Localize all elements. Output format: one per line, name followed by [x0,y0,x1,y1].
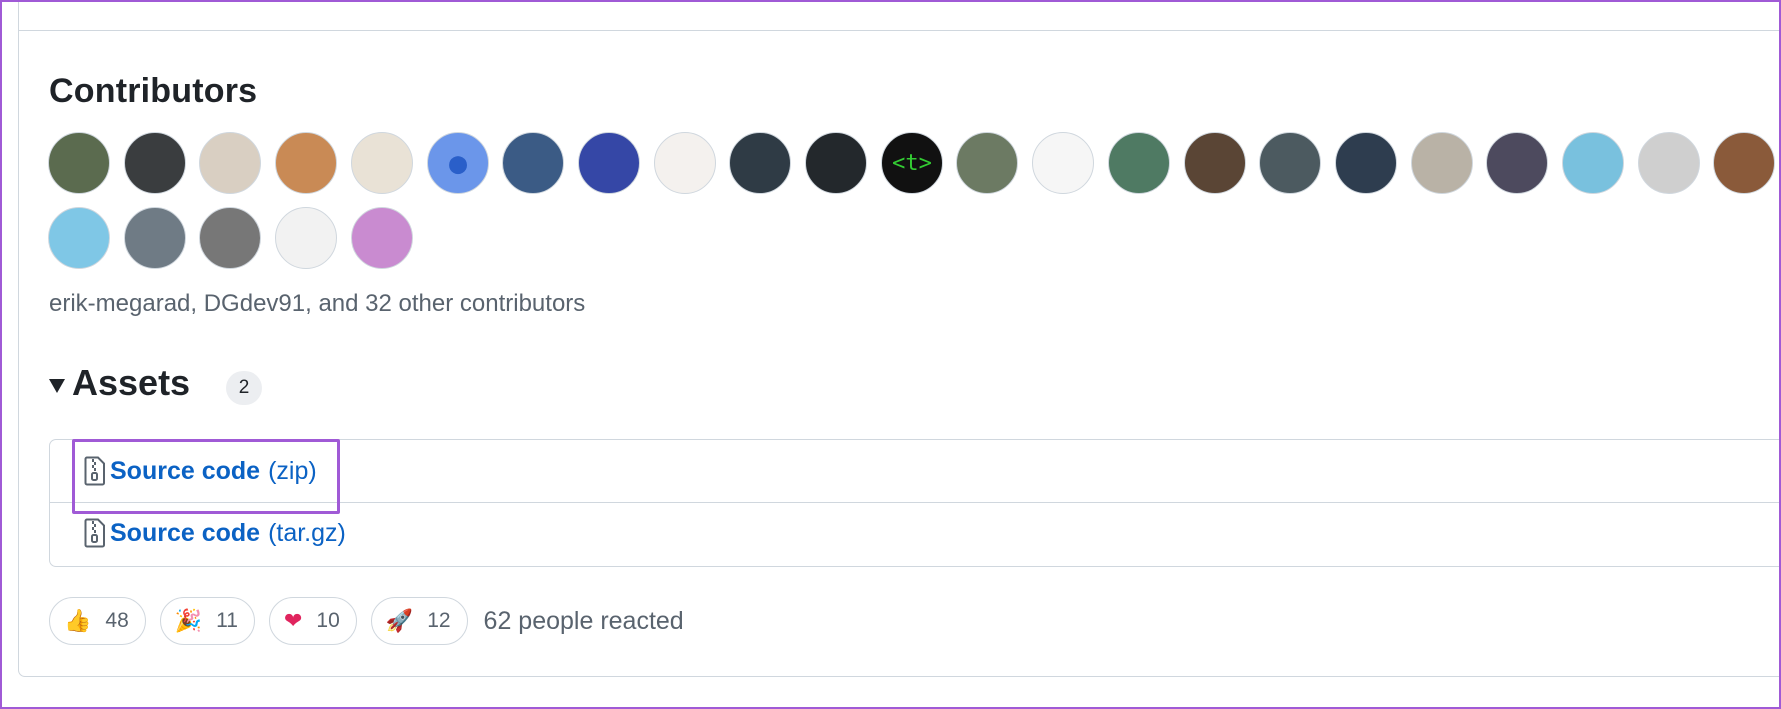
party-popper-icon: 🎉 [174,608,203,633]
contributors-summary: erik-megarad, DGdev91, and 32 other cont… [49,290,586,317]
asset-ext: (tar.gz) [268,518,346,547]
contributor-avatar-18[interactable] [1335,132,1397,194]
contributor-avatar-17[interactable] [1259,132,1321,194]
contributor-avatar-2[interactable] [124,132,186,194]
reactions-summary: 62 people reacted [483,606,684,635]
contributor-avatar-20[interactable] [1486,132,1548,194]
contributor-avatar-19[interactable] [1411,132,1473,194]
contributor-avatar-24[interactable] [48,207,110,269]
reaction-rocket[interactable]: 🚀 12 [370,597,468,645]
contributor-avatar-23[interactable] [1713,132,1775,194]
reaction-count: 48 [105,609,129,632]
contributor-avatar-10[interactable] [729,132,791,194]
reaction-count: 12 [427,609,451,632]
contributors-heading: Contributors [49,72,258,110]
contributor-avatar-8[interactable] [578,132,640,194]
contributor-avatar-13[interactable] [956,132,1018,194]
contributor-avatar-6[interactable]: ● [427,132,489,194]
avatar-glyph: ● [448,145,468,181]
contributor-avatar-22[interactable] [1638,132,1700,194]
reactions-bar: 👍 48 🎉 11 ❤ 10 🚀 12 62 people reacted [49,597,684,645]
contributor-avatar-5[interactable] [351,132,413,194]
reaction-heart[interactable]: ❤ 10 [268,597,357,645]
contributor-avatar-9[interactable] [654,132,716,194]
file-zip-icon [84,518,105,548]
reaction-count: 11 [216,609,238,632]
contributor-avatar-28[interactable] [351,207,413,269]
asset-source-targz[interactable]: Source code (tar.gz) [84,518,346,548]
reaction-count: 10 [316,609,340,632]
contributor-avatar-14[interactable] [1032,132,1094,194]
assets-heading: Assets [72,362,191,403]
avatar-glyph: <t> [892,150,932,176]
highlight-box [72,439,340,514]
contributor-avatar-3[interactable] [199,132,261,194]
contributor-avatar-1[interactable] [48,132,110,194]
contributor-avatar-11[interactable] [805,132,867,194]
contributor-avatar-26[interactable] [199,207,261,269]
release-card [18,0,1781,677]
contributor-avatar-15[interactable] [1108,132,1170,194]
assets-count-badge: 2 [226,371,262,405]
contributor-avatar-7[interactable] [502,132,564,194]
contributor-avatar-4[interactable] [275,132,337,194]
contributor-avatar-16[interactable] [1184,132,1246,194]
thumbs-up-icon: 👍 [64,608,92,633]
heart-icon: ❤ [283,608,303,633]
contributor-avatar-21[interactable] [1562,132,1624,194]
contributor-avatar-27[interactable] [275,207,337,269]
assets-toggle[interactable]: Assets [49,362,190,404]
caret-down-icon [49,379,65,393]
asset-name: Source code [110,518,261,547]
divider [18,30,1781,31]
reaction-thumbs-up[interactable]: 👍 48 [49,597,146,645]
reaction-hooray[interactable]: 🎉 11 [159,597,255,645]
rocket-icon: 🚀 [385,608,414,633]
contributor-avatar-25[interactable] [124,207,186,269]
contributor-avatar-12[interactable]: <t> [881,132,943,194]
